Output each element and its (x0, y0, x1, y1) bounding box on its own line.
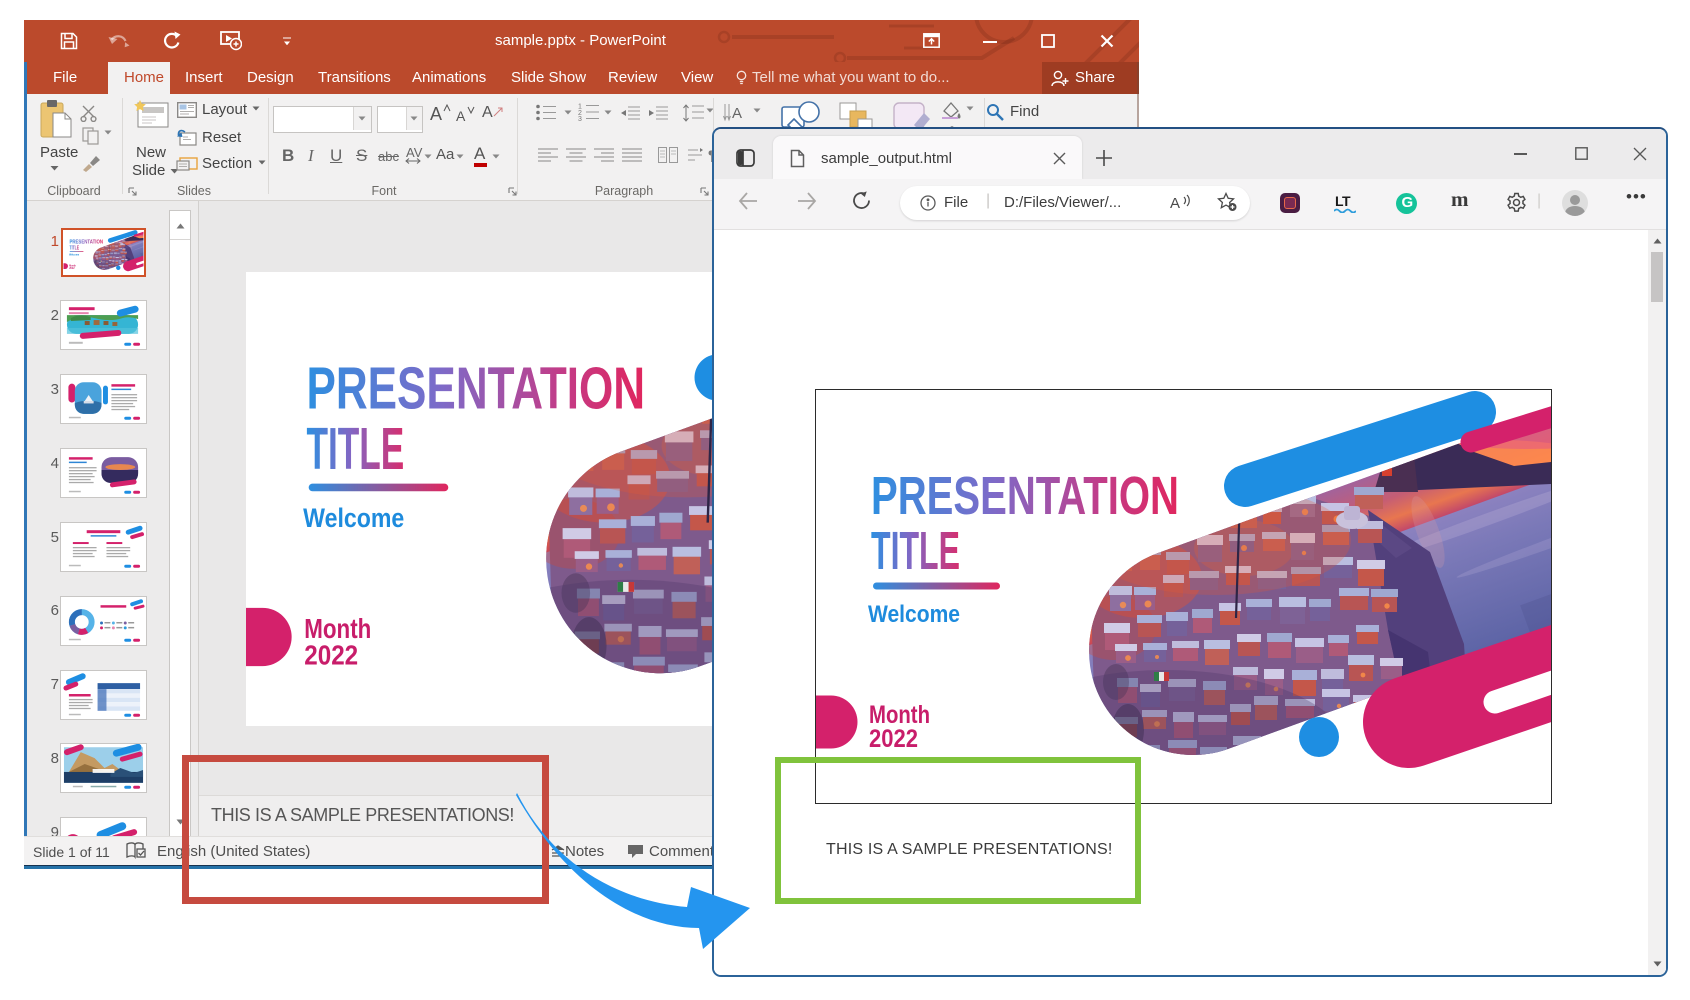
svg-text:A: A (1170, 195, 1180, 211)
svg-text:A: A (732, 105, 742, 122)
svg-text:3: 3 (578, 116, 582, 121)
